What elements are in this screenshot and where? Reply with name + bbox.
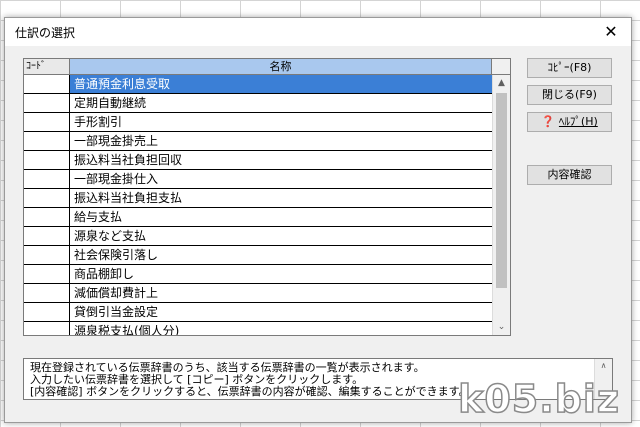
grid-header: ｺｰﾄﾞ 名称 <box>24 59 510 75</box>
row-code-cell[interactable] <box>24 208 70 226</box>
row-code-cell[interactable] <box>24 132 70 150</box>
row-code-cell[interactable] <box>24 170 70 188</box>
table-row[interactable]: 給与支払 <box>24 208 494 227</box>
column-header-code[interactable]: ｺｰﾄﾞ <box>24 59 70 74</box>
help-button[interactable]: ❓ ﾍﾙﾌﾟ(H) <box>527 112 612 132</box>
help-icon: ❓ <box>541 115 555 128</box>
table-row[interactable]: 普通預金利息受取 <box>24 75 494 94</box>
table-row[interactable]: 一部現金掛売上 <box>24 132 494 151</box>
row-code-cell[interactable] <box>24 227 70 245</box>
table-row[interactable]: 減価償却費計上 <box>24 284 494 303</box>
table-row[interactable]: 振込料当社負担回収 <box>24 151 494 170</box>
row-name-cell[interactable]: 振込料当社負担支払 <box>70 189 494 207</box>
journal-select-dialog: 仕訳の選択 ✕ ｺｰﾄﾞ 名称 普通預金利息受取 定期自動継続 手形割引 一部現金掛売… <box>4 17 632 423</box>
row-name-cell[interactable]: 給与支払 <box>70 208 494 226</box>
row-code-cell[interactable] <box>24 151 70 169</box>
row-name-cell[interactable]: 普通預金利息受取 <box>70 75 494 93</box>
row-code-cell[interactable] <box>24 322 70 335</box>
row-code-cell[interactable] <box>24 246 70 264</box>
watermark-logo: k05.biz <box>457 376 620 422</box>
row-code-cell[interactable] <box>24 265 70 283</box>
row-code-cell[interactable] <box>24 303 70 321</box>
row-code-cell[interactable] <box>24 113 70 131</box>
row-name-cell[interactable]: 一部現金掛仕入 <box>70 170 494 188</box>
dialog-titlebar: 仕訳の選択 ✕ <box>5 18 631 46</box>
row-name-cell[interactable]: 源泉など支払 <box>70 227 494 245</box>
grid-vertical-scrollbar[interactable]: ▲ ⌄ <box>492 75 510 335</box>
row-name-cell[interactable]: 貸倒引当金設定 <box>70 303 494 321</box>
description-scroll-up-icon[interactable]: ∧ <box>595 361 612 370</box>
table-row[interactable]: 一部現金掛仕入 <box>24 170 494 189</box>
scroll-thumb[interactable] <box>496 93 507 288</box>
column-header-name[interactable]: 名称 <box>70 59 492 74</box>
table-row[interactable]: 定期自動継続 <box>24 94 494 113</box>
row-name-cell[interactable]: 社会保険引落し <box>70 246 494 264</box>
row-code-cell[interactable] <box>24 284 70 302</box>
row-name-cell[interactable]: 商品棚卸し <box>70 265 494 283</box>
table-row[interactable]: 商品棚卸し <box>24 265 494 284</box>
journal-grid: ｺｰﾄﾞ 名称 普通預金利息受取 定期自動継続 手形割引 一部現金掛売上 振込料当社負担… <box>23 58 511 336</box>
row-name-cell[interactable]: 源泉税支払(個人分) <box>70 322 494 335</box>
row-name-cell[interactable]: 一部現金掛売上 <box>70 132 494 150</box>
copy-button[interactable]: ｺﾋﾟｰ(F8) <box>527 58 612 78</box>
scroll-down-icon[interactable]: ⌄ <box>493 319 510 335</box>
row-code-cell[interactable] <box>24 94 70 112</box>
header-scroll-gap <box>492 59 510 74</box>
grid-rows: 普通預金利息受取 定期自動継続 手形割引 一部現金掛売上 振込料当社負担回収 一部現金掛仕… <box>24 75 494 335</box>
close-icon[interactable]: ✕ <box>599 22 623 42</box>
row-name-cell[interactable]: 手形割引 <box>70 113 494 131</box>
table-row[interactable]: 振込料当社負担支払 <box>24 189 494 208</box>
table-row[interactable]: 源泉など支払 <box>24 227 494 246</box>
table-row[interactable]: 社会保険引落し <box>24 246 494 265</box>
row-name-cell[interactable]: 振込料当社負担回収 <box>70 151 494 169</box>
help-button-label: ﾍﾙﾌﾟ(H) <box>558 115 598 128</box>
row-code-cell[interactable] <box>24 189 70 207</box>
close-button[interactable]: 閉じる(F9) <box>527 85 612 105</box>
row-name-cell[interactable]: 減価償却費計上 <box>70 284 494 302</box>
table-row[interactable]: 手形割引 <box>24 113 494 132</box>
dialog-title: 仕訳の選択 <box>15 26 76 40</box>
table-row[interactable]: 貸倒引当金設定 <box>24 303 494 322</box>
confirm-content-button[interactable]: 内容確認 <box>527 165 612 185</box>
table-row[interactable]: 源泉税支払(個人分) <box>24 322 494 335</box>
scroll-up-icon[interactable]: ▲ <box>493 75 510 91</box>
row-code-cell[interactable] <box>24 75 70 93</box>
row-name-cell[interactable]: 定期自動継続 <box>70 94 494 112</box>
